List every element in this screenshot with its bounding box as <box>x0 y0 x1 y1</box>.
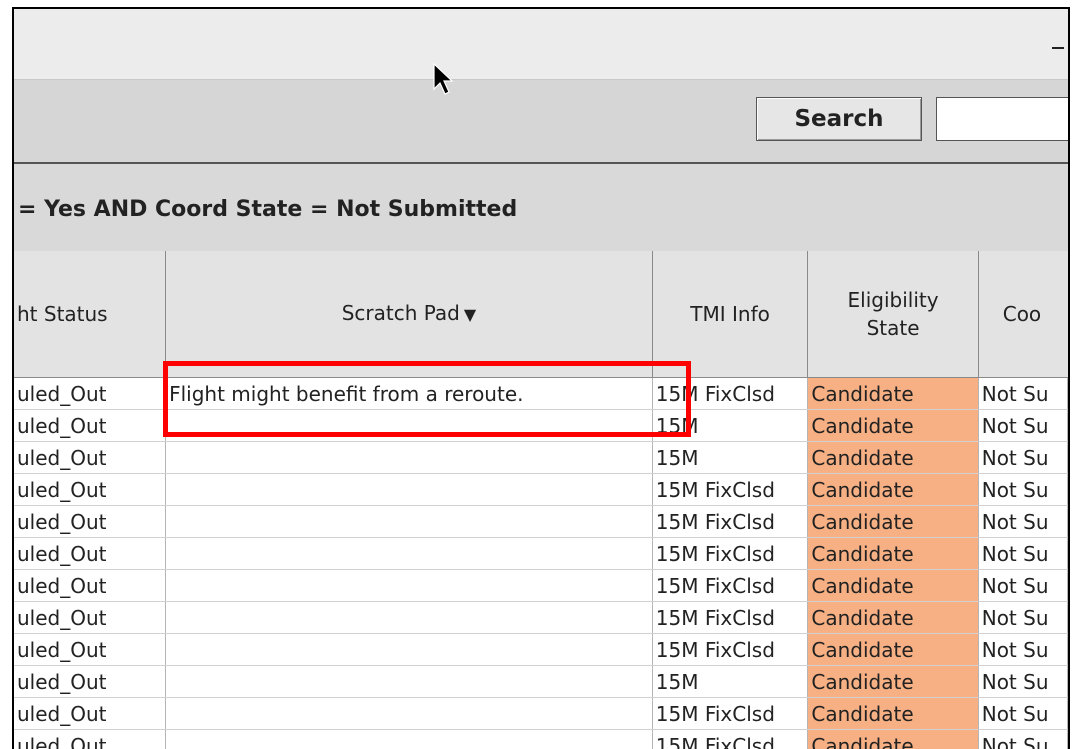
cell-flight-status[interactable]: uled_Out <box>14 505 167 538</box>
search-input[interactable] <box>936 97 1068 141</box>
cell-coord-state[interactable]: Not Su <box>978 409 1068 442</box>
cell-eligibility-state[interactable]: Candidate <box>807 377 979 410</box>
cell-scratch-pad[interactable] <box>165 633 653 666</box>
column-header-label: ht Status <box>17 302 108 326</box>
mouse-pointer-icon <box>433 63 454 95</box>
cell-scratch-pad[interactable] <box>165 601 653 634</box>
cell-flight-status[interactable]: uled_Out <box>14 409 167 442</box>
table-row[interactable]: uled_Out 15M FixClsd Candidate Not Su <box>14 505 1068 538</box>
cell-eligibility-state[interactable]: Candidate <box>807 441 979 474</box>
title-bar <box>14 9 1068 80</box>
cell-eligibility-state[interactable]: Candidate <box>807 569 979 602</box>
cell-flight-status[interactable]: uled_Out <box>14 697 167 730</box>
cell-tmi-info[interactable]: 15M FixClsd <box>652 473 809 506</box>
sort-descending-icon: ▼ <box>463 305 477 324</box>
column-header-label: Coo <box>1002 302 1042 326</box>
table-header-row: ht Status Scratch Pad ▼ TMI Info Eligibil… <box>14 251 1068 378</box>
cell-scratch-pad[interactable] <box>165 697 653 730</box>
cell-scratch-pad[interactable] <box>165 537 653 570</box>
table-row[interactable]: uled_Out 15M FixClsd Candidate Not Su <box>14 601 1068 634</box>
cell-flight-status[interactable]: uled_Out <box>14 665 167 698</box>
cell-tmi-info[interactable]: 15M <box>652 665 809 698</box>
column-header-label: Scratch Pad <box>341 301 460 325</box>
cell-eligibility-state[interactable]: Candidate <box>807 601 979 634</box>
cell-coord-state[interactable]: Not Su <box>978 505 1068 538</box>
column-header-label: Eligibility <box>847 288 939 312</box>
cell-tmi-info[interactable]: 15M FixClsd <box>652 569 809 602</box>
table-row[interactable]: uled_Out 15M FixClsd Candidate Not Su <box>14 729 1068 749</box>
cell-eligibility-state[interactable]: Candidate <box>807 633 979 666</box>
table-row[interactable]: uled_Out 15M FixClsd Candidate Not Su <box>14 569 1068 602</box>
filter-criteria-text: = Yes AND Coord State = Not Submitted <box>18 197 518 222</box>
column-header-eligibility-state[interactable]: Eligibility State <box>807 251 979 378</box>
cell-eligibility-state[interactable]: Candidate <box>807 665 979 698</box>
cell-scratch-pad[interactable] <box>165 473 653 506</box>
cell-coord-state[interactable]: Not Su <box>978 377 1068 410</box>
cell-flight-status[interactable]: uled_Out <box>14 441 167 474</box>
cell-tmi-info[interactable]: 15M FixClsd <box>652 633 809 666</box>
cell-scratch-pad[interactable] <box>165 729 653 749</box>
cell-scratch-pad[interactable] <box>165 569 653 602</box>
cell-coord-state[interactable]: Not Su <box>978 569 1068 602</box>
cell-flight-status[interactable]: uled_Out <box>14 729 167 749</box>
cell-scratch-pad[interactable] <box>165 505 653 538</box>
flight-table-container: ht Status Scratch Pad ▼ TMI Info Eligibil… <box>14 251 1068 749</box>
table-row[interactable]: uled_Out 15M Candidate Not Su <box>14 665 1068 698</box>
search-button[interactable]: Search <box>756 97 922 141</box>
cell-flight-status[interactable]: uled_Out <box>14 633 167 666</box>
cell-coord-state[interactable]: Not Su <box>978 697 1068 730</box>
minimize-icon[interactable] <box>1052 47 1064 49</box>
cell-coord-state[interactable]: Not Su <box>978 729 1068 749</box>
column-header-flight-status[interactable]: ht Status <box>14 251 167 378</box>
cell-eligibility-state[interactable]: Candidate <box>807 505 979 538</box>
cell-flight-status[interactable]: uled_Out <box>14 473 167 506</box>
table-row[interactable]: uled_Out 15M FixClsd Candidate Not Su <box>14 473 1068 506</box>
cell-tmi-info[interactable]: 15M FixClsd <box>652 505 809 538</box>
cell-tmi-info[interactable]: 15M <box>652 441 809 474</box>
flight-table: ht Status Scratch Pad ▼ TMI Info Eligibil… <box>14 251 1068 749</box>
cell-flight-status[interactable]: uled_Out <box>14 537 167 570</box>
column-header-label: State <box>866 316 920 340</box>
cell-flight-status[interactable]: uled_Out <box>14 377 167 410</box>
screenshot-frame: Search = Yes AND Coord State = Not Submi… <box>0 0 1076 749</box>
table-row[interactable]: uled_Out 15M FixClsd Candidate Not Su <box>14 633 1068 666</box>
table-row[interactable]: uled_Out 15M FixClsd Candidate Not Su <box>14 537 1068 570</box>
cell-eligibility-state[interactable]: Candidate <box>807 697 979 730</box>
cell-tmi-info[interactable]: 15M FixClsd <box>652 697 809 730</box>
cell-eligibility-state[interactable]: Candidate <box>807 409 979 442</box>
column-header-scratch-pad[interactable]: Scratch Pad ▼ <box>165 251 653 378</box>
column-header-tmi-info[interactable]: TMI Info <box>652 251 809 378</box>
cell-coord-state[interactable]: Not Su <box>978 633 1068 666</box>
cell-flight-status[interactable]: uled_Out <box>14 569 167 602</box>
cell-coord-state[interactable]: Not Su <box>978 601 1068 634</box>
column-header-coord-state[interactable]: Coo <box>978 251 1068 378</box>
table-row[interactable]: uled_Out 15M FixClsd Candidate Not Su <box>14 697 1068 730</box>
app-window: Search = Yes AND Coord State = Not Submi… <box>12 7 1070 749</box>
cell-eligibility-state[interactable]: Candidate <box>807 537 979 570</box>
cell-flight-status[interactable]: uled_Out <box>14 601 167 634</box>
scratch-pad-highlight-box <box>163 361 691 437</box>
cell-tmi-info[interactable]: 15M FixClsd <box>652 729 809 749</box>
toolbar: Search <box>14 80 1068 164</box>
cell-tmi-info[interactable]: 15M FixClsd <box>652 601 809 634</box>
cell-coord-state[interactable]: Not Su <box>978 537 1068 570</box>
table-row[interactable]: uled_Out 15M Candidate Not Su <box>14 441 1068 474</box>
cell-coord-state[interactable]: Not Su <box>978 665 1068 698</box>
filter-bar: = Yes AND Coord State = Not Submitted <box>14 164 1068 252</box>
cell-coord-state[interactable]: Not Su <box>978 473 1068 506</box>
cell-tmi-info[interactable]: 15M FixClsd <box>652 537 809 570</box>
cell-coord-state[interactable]: Not Su <box>978 441 1068 474</box>
column-header-label: TMI Info <box>690 302 770 326</box>
cell-scratch-pad[interactable] <box>165 665 653 698</box>
cell-scratch-pad[interactable] <box>165 441 653 474</box>
cell-eligibility-state[interactable]: Candidate <box>807 729 979 749</box>
cell-eligibility-state[interactable]: Candidate <box>807 473 979 506</box>
